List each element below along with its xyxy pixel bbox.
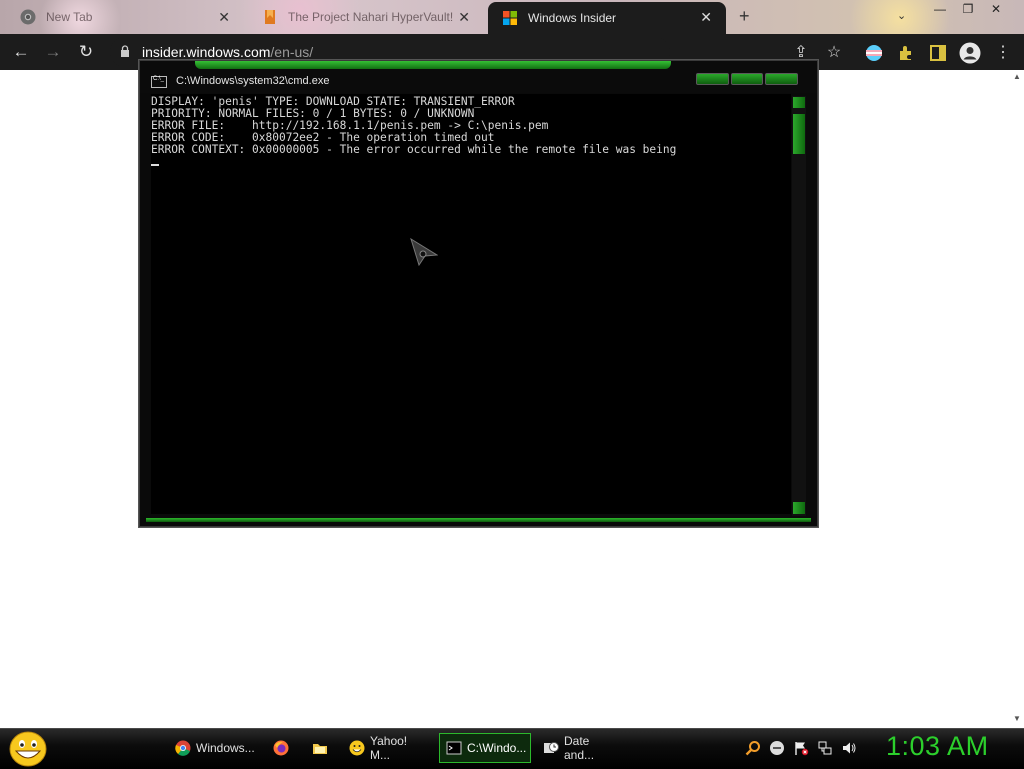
forward-icon[interactable]: → (42, 42, 64, 62)
window-controls: — ❐ ✕ (926, 0, 1010, 18)
taskbar-button-cmd[interactable]: C:\Windo... (439, 733, 531, 763)
folder-icon (313, 744, 327, 754)
close-window-icon[interactable]: ✕ (982, 0, 1010, 18)
cmd-close-button[interactable] (765, 73, 799, 85)
chevron-down-icon[interactable]: ⌄ (897, 9, 906, 22)
side-panel-icon[interactable] (929, 44, 947, 62)
cmd-bottom-accent (146, 518, 811, 522)
close-icon[interactable]: ✕ (700, 9, 712, 26)
restore-icon[interactable]: ❐ (954, 0, 982, 18)
taskbar-button-chrome[interactable]: Windows... (168, 733, 260, 763)
new-tab-button[interactable]: + (739, 6, 750, 27)
windows-logo-icon (503, 11, 517, 25)
taskbar-clock[interactable]: 1:03 AM (886, 731, 989, 762)
close-icon[interactable]: ✕ (458, 9, 470, 26)
mouse-cursor-icon (410, 238, 438, 266)
cmd-window[interactable]: C:\_ C:\Windows\system32\cmd.exe DISPLAY… (139, 60, 818, 527)
taskbar-button-label: Windows... (196, 741, 255, 755)
tab-label: Windows Insider (528, 11, 617, 25)
chrome-icon (175, 740, 191, 756)
menu-dots-icon[interactable]: ⋮ (994, 44, 1012, 62)
profile-avatar-icon[interactable] (959, 42, 981, 64)
minimize-icon[interactable]: — (926, 0, 954, 18)
search-icon[interactable] (745, 740, 761, 756)
cmd-title: C:\Windows\system32\cmd.exe (176, 75, 330, 87)
console-output[interactable]: DISPLAY: 'penis' TYPE: DOWNLOAD STATE: T… (151, 94, 791, 514)
reload-icon[interactable]: ↻ (75, 42, 97, 62)
status-icon[interactable] (769, 740, 785, 756)
cmd-maximize-button[interactable] (730, 73, 764, 85)
taskbar-button-label: Yahoo! M... (370, 734, 408, 762)
tab-label: New Tab (46, 10, 93, 24)
scroll-up-button[interactable] (793, 97, 805, 108)
taskbar-button-folder[interactable] (305, 733, 335, 763)
url-host: insider.windows.com (142, 44, 271, 60)
lock-icon (121, 45, 129, 57)
volume-icon[interactable] (841, 740, 857, 756)
flag-extension-icon[interactable] (865, 44, 883, 62)
cmd-title-accent (195, 61, 671, 69)
cmd-minimize-button[interactable] (696, 73, 729, 85)
action-center-flag-icon[interactable] (793, 740, 809, 756)
url-text: insider.windows.com/en-us/ (142, 44, 313, 60)
tab-label: The Project Nahari HyperVault! (288, 10, 454, 24)
cmd-icon (446, 741, 462, 755)
tab-strip: New Tab ✕ The Project Nahari HyperVault!… (0, 0, 1024, 34)
network-icon[interactable] (817, 740, 833, 756)
extensions-icon[interactable] (897, 44, 915, 62)
tab-windows-insider[interactable]: Windows Insider ✕ (488, 2, 726, 34)
date-time-icon (544, 742, 559, 753)
taskbar-button-firefox[interactable] (266, 733, 296, 763)
close-icon[interactable]: ✕ (218, 9, 230, 26)
taskbar-button-yahoo[interactable]: Yahoo! M... (342, 733, 432, 763)
taskbar-button-label: C:\Windo... (467, 741, 527, 755)
console-line: ERROR CONTEXT: 0x00000005 - The error oc… (151, 143, 677, 156)
start-smiley-icon[interactable] (8, 731, 48, 767)
tab-hypervault[interactable]: The Project Nahari HyperVault! ✕ (248, 2, 484, 32)
page-scrollbar[interactable]: ▲ ▼ (1010, 70, 1024, 728)
scroll-down-icon[interactable]: ▼ (1013, 714, 1021, 723)
scroll-down-button[interactable] (793, 502, 805, 514)
scroll-up-icon[interactable]: ▲ (1013, 72, 1021, 81)
yahoo-messenger-icon (349, 740, 365, 756)
text-cursor (151, 164, 159, 166)
bookmark-icon (265, 10, 275, 24)
back-icon[interactable]: ← (10, 42, 32, 62)
url-path: /en-us/ (270, 44, 314, 60)
tab-new-tab[interactable]: New Tab ✕ (6, 2, 244, 32)
chrome-icon (20, 9, 36, 25)
firefox-icon (273, 740, 289, 756)
taskbar-button-label: Date and... (564, 734, 595, 762)
scroll-thumb[interactable] (793, 114, 805, 154)
cmd-window-controls (696, 73, 799, 85)
cmd-scrollbar[interactable] (792, 96, 806, 516)
cmd-icon: C:\_ (151, 76, 167, 88)
star-icon[interactable]: ☆ (825, 44, 843, 62)
taskbar-button-date-time[interactable]: Date and... (536, 733, 628, 763)
